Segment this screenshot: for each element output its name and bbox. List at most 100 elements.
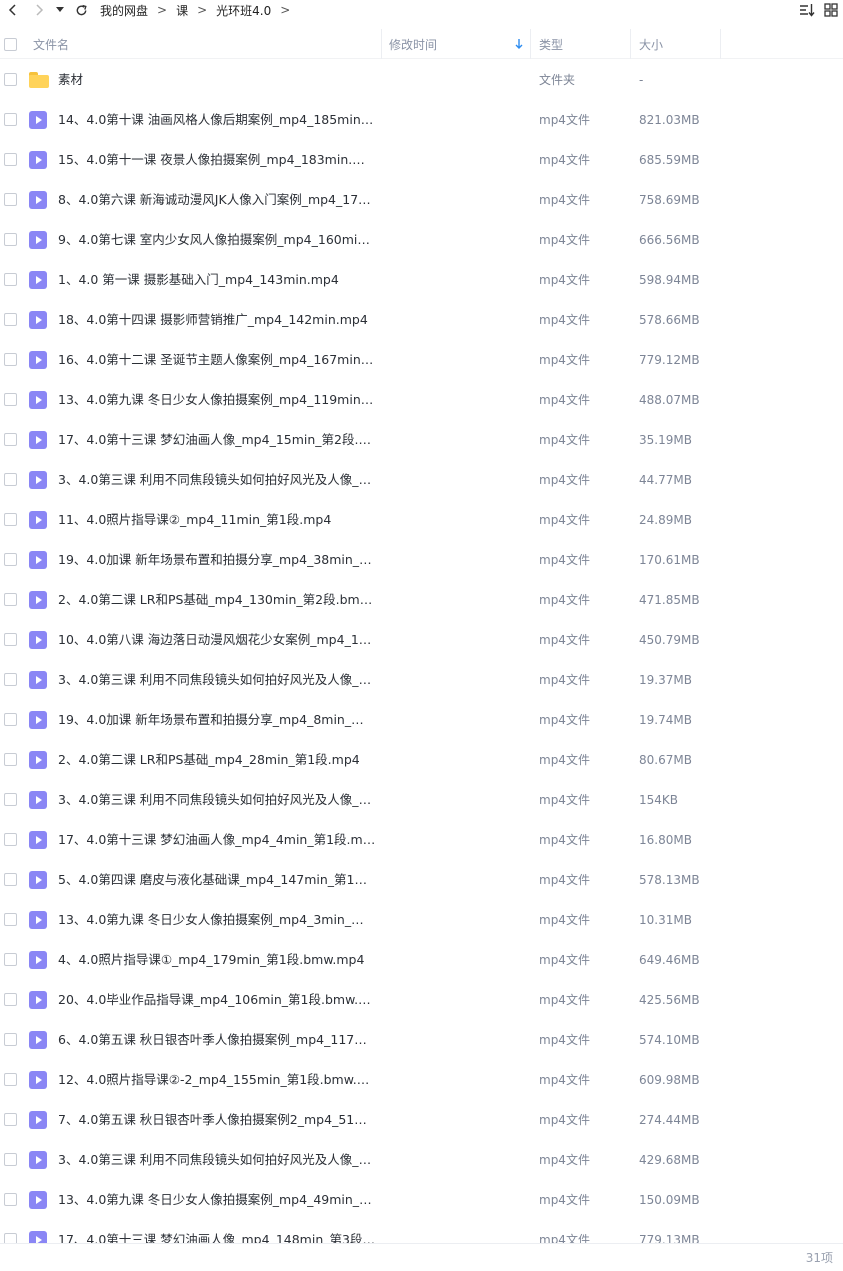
file-name[interactable]: 19、4.0加课 新年场景布置和拍摄分享_mp4_8min_第2段...: [58, 700, 376, 740]
file-row[interactable]: 17、4.0第十三课 梦幻油画人像_mp4_4min_第1段.mp4 mp4文件 1…: [0, 820, 843, 860]
file-name[interactable]: 20、4.0毕业作品指导课_mp4_106min_第1段.bmw.mp4: [58, 980, 376, 1020]
file-name[interactable]: 8、4.0第六课 新海诚动漫风JK人像入门案例_mp4_171mi...: [58, 180, 376, 220]
row-checkbox[interactable]: [4, 153, 17, 166]
row-checkbox[interactable]: [4, 593, 17, 606]
file-name[interactable]: 19、4.0加课 新年场景布置和拍摄分享_mp4_38min_第1...: [58, 540, 376, 580]
file-name[interactable]: 14、4.0第十课 油画风格人像后期案例_mp4_185min.mp4: [58, 100, 376, 140]
file-row[interactable]: 15、4.0第十一课 夜景人像拍摄案例_mp4_183min.mp4 mp4文件 6…: [0, 140, 843, 180]
row-checkbox[interactable]: [4, 833, 17, 846]
row-checkbox[interactable]: [4, 1033, 17, 1046]
file-name[interactable]: 17、4.0第十三课 梦幻油画人像_mp4_148min_第3段.bm...: [58, 1220, 376, 1243]
row-checkbox[interactable]: [4, 433, 17, 446]
file-name[interactable]: 3、4.0第三课 利用不同焦段镜头如何拍好风光及人像_mp...: [58, 780, 376, 820]
row-checkbox[interactable]: [4, 1073, 17, 1086]
row-checkbox[interactable]: [4, 113, 17, 126]
row-checkbox[interactable]: [4, 753, 17, 766]
file-name[interactable]: 13、4.0第九课 冬日少女人像拍摄案例_mp4_3min_第2段...: [58, 900, 376, 940]
file-row[interactable]: 20、4.0毕业作品指导课_mp4_106min_第1段.bmw.mp4 mp4文…: [0, 980, 843, 1020]
column-divider[interactable]: [381, 29, 382, 59]
file-row[interactable]: 19、4.0加课 新年场景布置和拍摄分享_mp4_8min_第2段... mp4文…: [0, 700, 843, 740]
breadcrumb-item-current[interactable]: 光环班4.0: [216, 2, 271, 19]
row-checkbox[interactable]: [4, 673, 17, 686]
row-checkbox[interactable]: [4, 1113, 17, 1126]
column-header-type[interactable]: 类型: [539, 29, 563, 59]
file-name[interactable]: 1、4.0 第一课 摄影基础入门_mp4_143min.mp4: [58, 260, 339, 300]
file-row[interactable]: 9、4.0第七课 室内少女风人像拍摄案例_mp4_160min.m... mp4文…: [0, 220, 843, 260]
file-row[interactable]: 12、4.0照片指导课②-2_mp4_155min_第1段.bmw.mp4 mp4…: [0, 1060, 843, 1100]
refresh-button[interactable]: [68, 0, 94, 20]
column-divider[interactable]: [720, 29, 721, 59]
file-row[interactable]: 14、4.0第十课 油画风格人像后期案例_mp4_185min.mp4 mp4文件…: [0, 100, 843, 140]
file-row[interactable]: 13、4.0第九课 冬日少女人像拍摄案例_mp4_49min_第3... mp4文…: [0, 1180, 843, 1220]
file-row[interactable]: 3、4.0第三课 利用不同焦段镜头如何拍好风光及人像_mp... mp4文件 44.…: [0, 460, 843, 500]
file-name[interactable]: 16、4.0第十二课 圣诞节主题人像案例_mp4_167min.mp4: [58, 340, 376, 380]
file-row[interactable]: 5、4.0第四课 磨皮与液化基础课_mp4_147min_第1段.b... mp4…: [0, 860, 843, 900]
row-checkbox[interactable]: [4, 713, 17, 726]
row-checkbox[interactable]: [4, 553, 17, 566]
file-row[interactable]: 13、4.0第九课 冬日少女人像拍摄案例_mp4_119min_第... mp4文…: [0, 380, 843, 420]
file-row[interactable]: 17、4.0第十三课 梦幻油画人像_mp4_15min_第2段.mp4 mp4文件…: [0, 420, 843, 460]
file-name[interactable]: 9、4.0第七课 室内少女风人像拍摄案例_mp4_160min.m...: [58, 220, 376, 260]
row-checkbox[interactable]: [4, 913, 17, 926]
row-checkbox[interactable]: [4, 313, 17, 326]
row-checkbox[interactable]: [4, 633, 17, 646]
row-checkbox[interactable]: [4, 993, 17, 1006]
file-row[interactable]: 4、4.0照片指导课①_mp4_179min_第1段.bmw.mp4 mp4文件 6…: [0, 940, 843, 980]
file-name[interactable]: 2、4.0第二课 LR和PS基础_mp4_28min_第1段.mp4: [58, 740, 360, 780]
file-name[interactable]: 7、4.0第五课 秋日银杏叶季人像拍摄案例2_mp4_51min_...: [58, 1100, 376, 1140]
file-row[interactable]: 素材 文件夹 -: [0, 60, 843, 100]
row-checkbox[interactable]: [4, 873, 17, 886]
file-name[interactable]: 13、4.0第九课 冬日少女人像拍摄案例_mp4_49min_第3...: [58, 1180, 376, 1220]
file-row[interactable]: 10、4.0第八课 海边落日动漫风烟花少女案例_mp4_157... mp4文件 4…: [0, 620, 843, 660]
column-header-modified[interactable]: 修改时间: [389, 29, 437, 59]
history-dropdown-button[interactable]: [52, 0, 68, 20]
file-row[interactable]: 3、4.0第三课 利用不同焦段镜头如何拍好风光及人像_mp... mp4文件 19.…: [0, 660, 843, 700]
file-row[interactable]: 6、4.0第五课 秋日银杏叶季人像拍摄案例_mp4_117min_... mp4文…: [0, 1020, 843, 1060]
breadcrumb-item-root[interactable]: 我的网盘: [100, 2, 148, 19]
file-name[interactable]: 13、4.0第九课 冬日少女人像拍摄案例_mp4_119min_第...: [58, 380, 376, 420]
column-header-size[interactable]: 大小: [639, 29, 663, 59]
file-name[interactable]: 17、4.0第十三课 梦幻油画人像_mp4_4min_第1段.mp4: [58, 820, 376, 860]
file-name[interactable]: 3、4.0第三课 利用不同焦段镜头如何拍好风光及人像_mp...: [58, 660, 376, 700]
file-name[interactable]: 3、4.0第三课 利用不同焦段镜头如何拍好风光及人像_mp...: [58, 1140, 376, 1180]
file-row[interactable]: 8、4.0第六课 新海诚动漫风JK人像入门案例_mp4_171mi... mp4文…: [0, 180, 843, 220]
file-name[interactable]: 15、4.0第十一课 夜景人像拍摄案例_mp4_183min.mp4: [58, 140, 376, 180]
file-row[interactable]: 13、4.0第九课 冬日少女人像拍摄案例_mp4_3min_第2段... mp4文…: [0, 900, 843, 940]
row-checkbox[interactable]: [4, 193, 17, 206]
row-checkbox[interactable]: [4, 353, 17, 366]
select-all-checkbox[interactable]: [4, 37, 17, 51]
file-name[interactable]: 4、4.0照片指导课①_mp4_179min_第1段.bmw.mp4: [58, 940, 364, 980]
grid-view-button[interactable]: [819, 0, 843, 20]
file-row[interactable]: 2、4.0第二课 LR和PS基础_mp4_130min_第2段.bmw.m...…: [0, 580, 843, 620]
column-divider[interactable]: [630, 29, 631, 59]
row-checkbox[interactable]: [4, 513, 17, 526]
file-name[interactable]: 18、4.0第十四课 摄影师营销推广_mp4_142min.mp4: [58, 300, 368, 340]
file-row[interactable]: 18、4.0第十四课 摄影师营销推广_mp4_142min.mp4 mp4文件 57…: [0, 300, 843, 340]
row-checkbox[interactable]: [4, 233, 17, 246]
file-row[interactable]: 3、4.0第三课 利用不同焦段镜头如何拍好风光及人像_mp... mp4文件 429…: [0, 1140, 843, 1180]
file-row[interactable]: 3、4.0第三课 利用不同焦段镜头如何拍好风光及人像_mp... mp4文件 154…: [0, 780, 843, 820]
row-checkbox[interactable]: [4, 1153, 17, 1166]
file-row[interactable]: 2、4.0第二课 LR和PS基础_mp4_28min_第1段.mp4 mp4文件 8…: [0, 740, 843, 780]
file-name[interactable]: 5、4.0第四课 磨皮与液化基础课_mp4_147min_第1段.b...: [58, 860, 376, 900]
file-row[interactable]: 16、4.0第十二课 圣诞节主题人像案例_mp4_167min.mp4 mp4文件…: [0, 340, 843, 380]
file-name[interactable]: 6、4.0第五课 秋日银杏叶季人像拍摄案例_mp4_117min_...: [58, 1020, 376, 1060]
file-name[interactable]: 11、4.0照片指导课②_mp4_11min_第1段.mp4: [58, 500, 331, 540]
column-divider[interactable]: [530, 29, 531, 59]
file-row[interactable]: 17、4.0第十三课 梦幻油画人像_mp4_148min_第3段.bm... mp…: [0, 1220, 843, 1243]
row-checkbox[interactable]: [4, 1193, 17, 1206]
file-name[interactable]: 17、4.0第十三课 梦幻油画人像_mp4_15min_第2段.mp4: [58, 420, 376, 460]
file-row[interactable]: 7、4.0第五课 秋日银杏叶季人像拍摄案例2_mp4_51min_... mp4文…: [0, 1100, 843, 1140]
row-checkbox[interactable]: [4, 473, 17, 486]
file-row[interactable]: 1、4.0 第一课 摄影基础入门_mp4_143min.mp4 mp4文件 598.…: [0, 260, 843, 300]
sort-button[interactable]: [795, 0, 819, 20]
file-row[interactable]: 11、4.0照片指导课②_mp4_11min_第1段.mp4 mp4文件 24.89…: [0, 500, 843, 540]
back-button[interactable]: [0, 0, 26, 20]
file-row[interactable]: 19、4.0加课 新年场景布置和拍摄分享_mp4_38min_第1... mp4文…: [0, 540, 843, 580]
row-checkbox[interactable]: [4, 793, 17, 806]
file-name[interactable]: 12、4.0照片指导课②-2_mp4_155min_第1段.bmw.mp4: [58, 1060, 376, 1100]
row-checkbox[interactable]: [4, 953, 17, 966]
forward-button[interactable]: [26, 0, 52, 20]
row-checkbox[interactable]: [4, 1233, 17, 1243]
column-header-name[interactable]: 文件名: [33, 29, 69, 59]
